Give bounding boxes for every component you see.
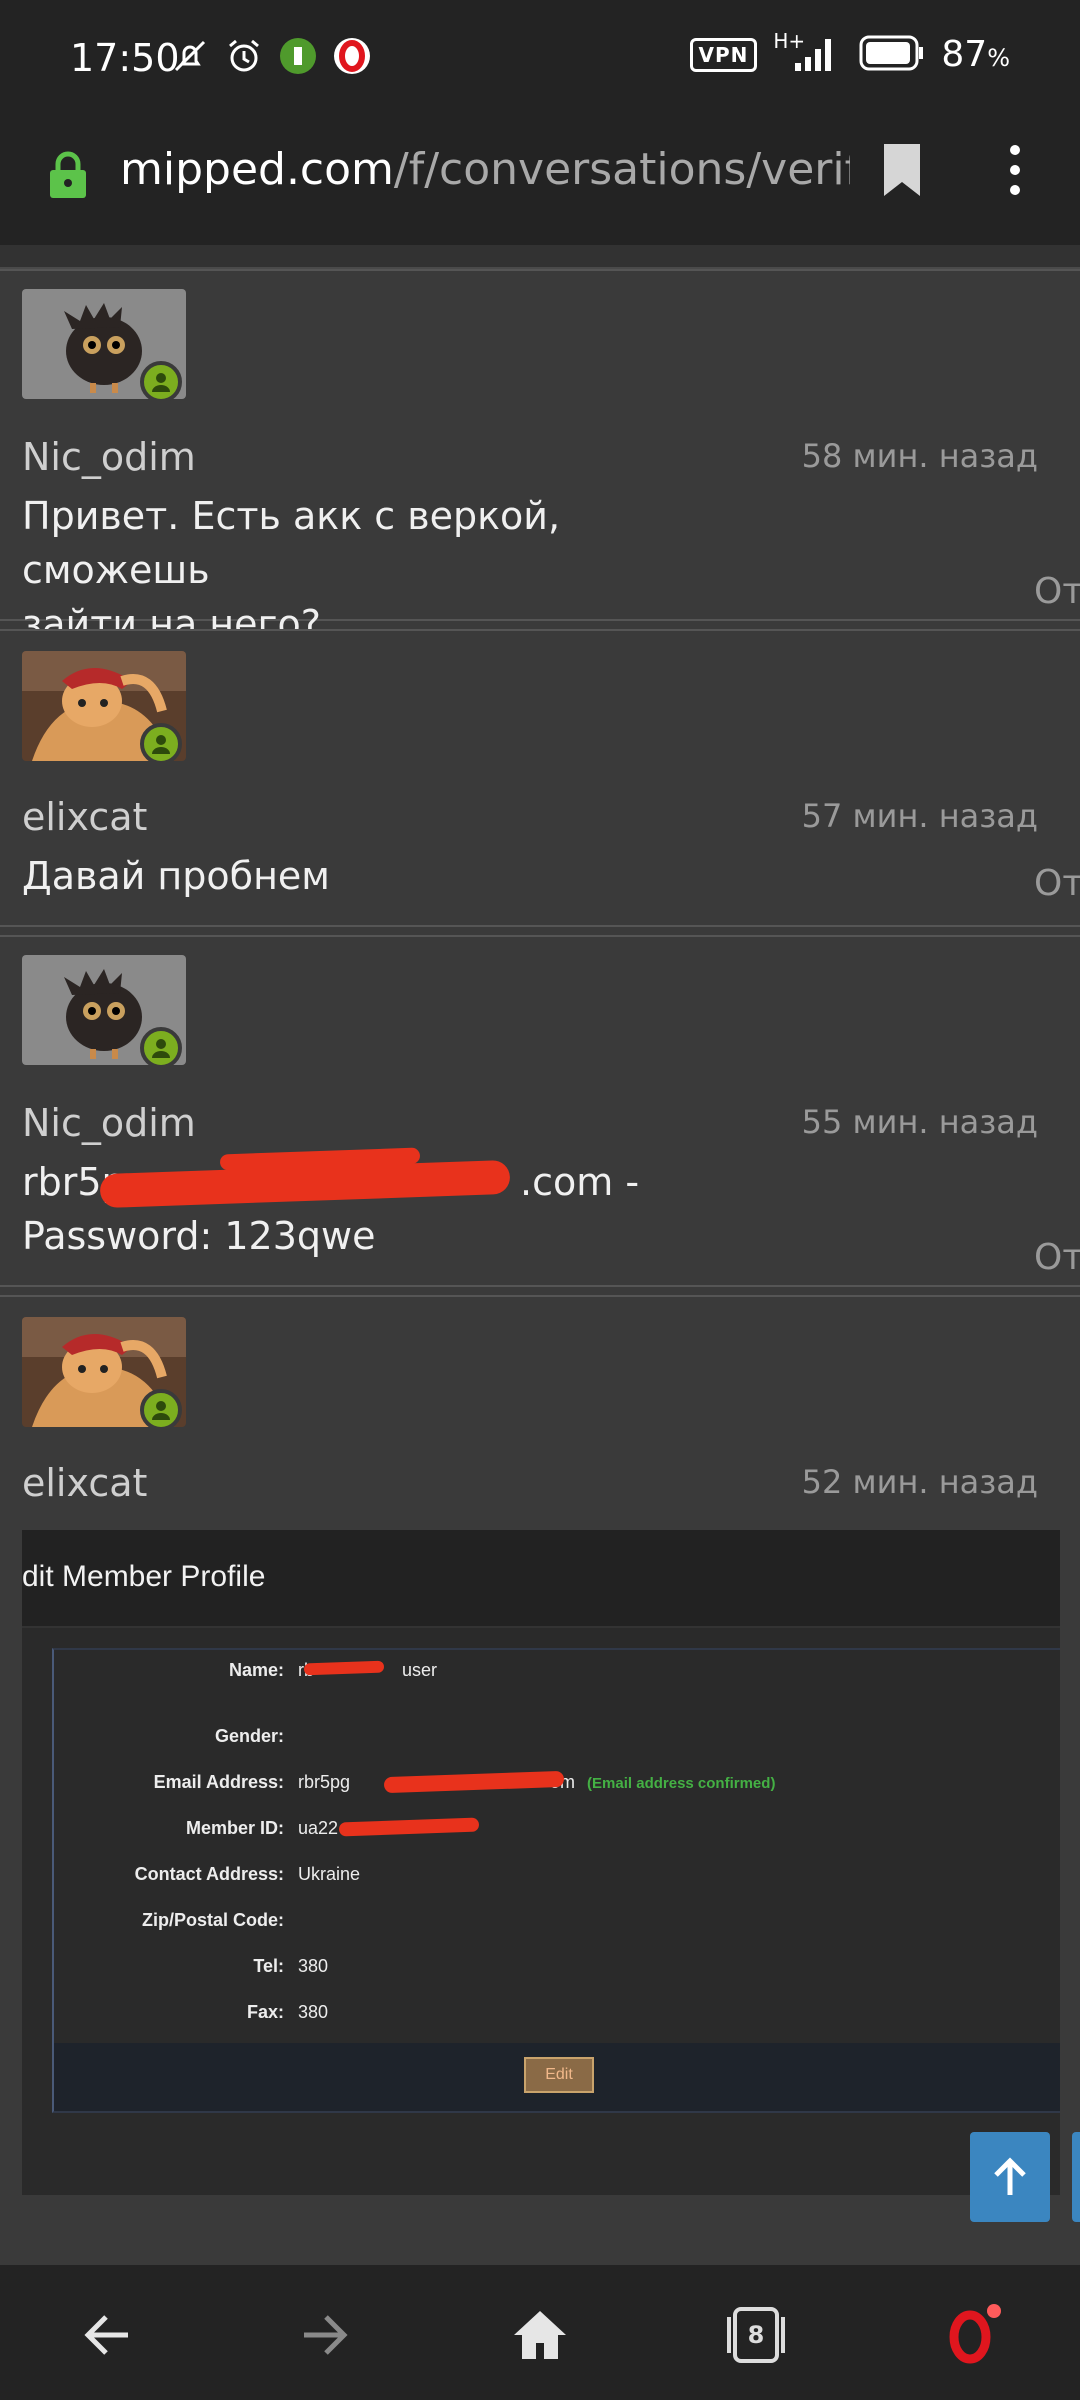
form-footer: Edit bbox=[54, 2043, 1060, 2111]
message-action-label[interactable]: От bbox=[1034, 1237, 1080, 1278]
signal-icon: H+ bbox=[773, 29, 843, 75]
message-time: 58 мин. назад bbox=[801, 437, 1038, 475]
arrow-right-icon bbox=[304, 2315, 348, 2355]
arrow-up-icon bbox=[994, 2157, 1026, 2195]
message-time: 52 мин. назад bbox=[801, 1463, 1038, 1501]
opera-notification-icon bbox=[332, 36, 372, 76]
vpn-badge: VPN bbox=[689, 37, 758, 72]
online-status-icon bbox=[140, 1027, 182, 1069]
message-username[interactable]: Nic_odim bbox=[22, 1101, 196, 1145]
member-profile-form: Name: rbuser Gender: Email Address: rbr5… bbox=[52, 1648, 1060, 2113]
tabs-button[interactable]: 8 bbox=[716, 2295, 796, 2375]
message: Nic_odim 58 мин. назад Привет. Есть акк … bbox=[0, 269, 1080, 646]
alarm-icon bbox=[224, 36, 264, 76]
bell-off-icon bbox=[170, 36, 210, 76]
arrow-left-icon bbox=[84, 2315, 128, 2355]
edit-button: Edit bbox=[524, 2057, 594, 2093]
status-bar: 17:50 VPN H+ 87% bbox=[0, 0, 1080, 120]
message-action-label[interactable]: От bbox=[1034, 571, 1080, 612]
forward-button[interactable] bbox=[284, 2295, 364, 2375]
message-text: Давай пробнем bbox=[22, 854, 330, 898]
online-status-icon bbox=[140, 1389, 182, 1431]
message-username[interactable]: Nic_odim bbox=[22, 435, 196, 479]
conversation-content: Nic_odim 58 мин. назад Привет. Есть акк … bbox=[0, 245, 1080, 2265]
system-indicators: VPN H+ 87% bbox=[689, 29, 1010, 75]
message-action-label[interactable]: От bbox=[1034, 863, 1080, 904]
browser-address-bar: mipped.com/f/conversations/verifika bbox=[0, 120, 1080, 245]
message-time: 55 мин. назад bbox=[801, 1103, 1038, 1141]
online-status-icon bbox=[140, 361, 182, 403]
message-username[interactable]: elixcat bbox=[22, 795, 147, 839]
attached-screenshot[interactable]: dit Member Profile Name: rbuser Gender: … bbox=[22, 1530, 1060, 2195]
redaction-scribble bbox=[338, 1817, 480, 1837]
home-button[interactable] bbox=[500, 2295, 580, 2375]
message-username[interactable]: elixcat bbox=[22, 1461, 147, 1505]
screenshot-title: dit Member Profile bbox=[22, 1560, 266, 1593]
opera-menu-button[interactable] bbox=[932, 2295, 1012, 2375]
tabs-count: 8 bbox=[747, 2321, 765, 2349]
message-time: 57 мин. назад bbox=[801, 797, 1038, 835]
message: elixcat 57 мин. назад Давай пробнем От bbox=[0, 629, 1080, 927]
back-button[interactable] bbox=[68, 2295, 148, 2375]
opera-logo-icon bbox=[949, 2304, 1001, 2364]
message-text: Привет. Есть акк с веркой, сможешь зайти… bbox=[22, 494, 561, 646]
browser-bottom-nav: 8 bbox=[0, 2265, 1080, 2400]
url-field[interactable]: mipped.com/f/conversations/verifika bbox=[120, 144, 850, 195]
battery-percentage: 87% bbox=[941, 34, 1010, 75]
scroll-to-top-button[interactable] bbox=[970, 2132, 1050, 2222]
online-status-icon bbox=[140, 723, 182, 765]
message: Nic_odim 55 мин. назад rbr5p .com - Pass… bbox=[0, 935, 1080, 1287]
url-host: mipped.com bbox=[120, 144, 394, 195]
battery-icon bbox=[859, 35, 925, 75]
top-divider bbox=[0, 245, 1080, 269]
status-time: 17:50 bbox=[70, 36, 180, 80]
bookmark-icon[interactable] bbox=[880, 142, 924, 202]
more-menu-icon[interactable] bbox=[1000, 142, 1030, 202]
url-path: /f/conversations/verifika bbox=[393, 144, 850, 195]
lock-icon[interactable] bbox=[48, 150, 88, 204]
home-icon bbox=[514, 2311, 566, 2359]
app-green-icon bbox=[278, 36, 318, 76]
secondary-floating-button[interactable] bbox=[1072, 2132, 1080, 2222]
notification-icons bbox=[170, 36, 372, 76]
